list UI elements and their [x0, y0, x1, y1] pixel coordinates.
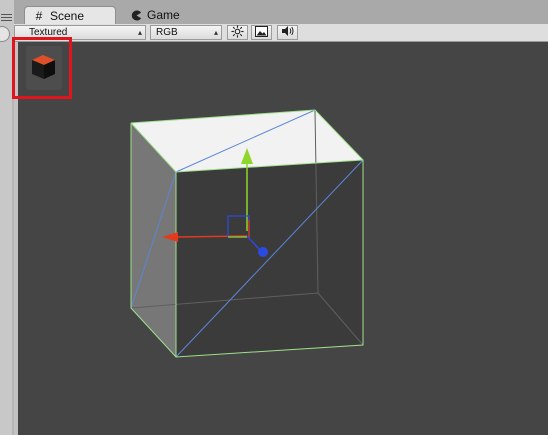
tab-game[interactable]: Game [122, 6, 202, 24]
dropdown-arrows-icon: ▴ [137, 28, 142, 37]
scene-viewport[interactable] [12, 37, 548, 435]
pacman-icon [130, 9, 142, 21]
color-mode-value: RGB [156, 27, 178, 38]
tab-game-label: Game [147, 8, 180, 22]
color-mode-dropdown[interactable]: RGB ▴ [150, 25, 222, 40]
z-axis-cap [258, 247, 268, 257]
left-panel-handle[interactable] [0, 26, 10, 42]
tab-bar: # Scene Game [14, 0, 548, 24]
audio-toggle-button[interactable] [277, 25, 298, 40]
left-panel-divider [12, 44, 14, 435]
scene-image-toggle-button[interactable] [251, 25, 272, 40]
scene-toolbar: Textured ▴ RGB ▴ [14, 24, 548, 42]
menu-icon[interactable] [1, 14, 12, 22]
audio-icon [281, 25, 295, 40]
tab-scene-label: Scene [50, 8, 85, 23]
image-icon [255, 25, 268, 40]
lighting-icon [231, 24, 244, 41]
lighting-toggle-button[interactable] [227, 24, 248, 41]
tab-scene[interactable]: # Scene [24, 6, 116, 24]
scene-cube [130, 109, 364, 358]
grid-icon: # [35, 8, 43, 23]
dropdown-arrows-icon: ▴ [213, 28, 218, 37]
